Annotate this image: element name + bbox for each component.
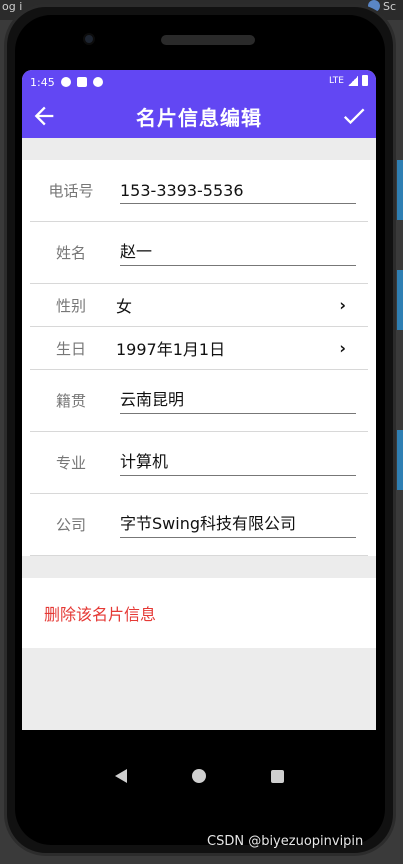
status-right: LTE — [329, 75, 368, 86]
spacer — [22, 138, 376, 160]
name-row: 姓名 赵一 — [30, 222, 368, 284]
sd-card-status-icon — [76, 77, 87, 87]
major-input[interactable]: 计算机 — [120, 450, 356, 476]
major-label: 专业 — [55, 454, 86, 472]
sync-status-icon — [92, 77, 103, 87]
app-screen: 1:45 LTE 名片信息编辑 电话号 153-3393-5536 姓名 赵一 — [22, 70, 376, 730]
battery-icon — [362, 75, 368, 86]
ide-side-marker — [397, 430, 403, 490]
settings-status-icon — [60, 77, 71, 87]
check-icon[interactable] — [340, 102, 368, 130]
watermark: CSDN @biyezuopinvipin — [207, 834, 364, 849]
hometown-input[interactable]: 云南昆明 — [120, 388, 356, 414]
birthday-row[interactable]: 生日 1997年1月1日 › — [30, 327, 368, 370]
nav-home-icon[interactable] — [191, 769, 206, 783]
network-type: LTE — [329, 75, 344, 86]
card-form: 电话号 153-3393-5536 姓名 赵一 性别 女 › 生日 1997年1… — [22, 160, 376, 556]
status-bar: 1:45 LTE — [22, 70, 376, 94]
name-label: 姓名 — [55, 244, 86, 262]
hometown-label: 籍贯 — [55, 392, 86, 410]
ide-side-marker — [397, 160, 403, 220]
name-input[interactable]: 赵一 — [120, 240, 356, 266]
signal-icon — [348, 75, 358, 86]
chevron-right-icon: › — [339, 338, 346, 358]
delete-card-label: 删除该名片信息 — [44, 605, 157, 624]
ide-tab-fragment-left[interactable]: og i — [2, 0, 22, 13]
company-row: 公司 字节Swing科技有限公司 — [30, 494, 368, 556]
phone-label: 电话号 — [48, 182, 94, 200]
hometown-row: 籍贯 云南昆明 — [30, 370, 368, 432]
system-nav-bar — [22, 730, 376, 822]
status-icons — [60, 77, 103, 87]
chevron-right-icon: › — [339, 295, 346, 315]
company-label: 公司 — [55, 516, 86, 534]
back-arrow-icon[interactable] — [30, 102, 58, 130]
camera-icon — [83, 33, 95, 45]
nav-back-icon[interactable] — [114, 769, 127, 783]
company-input[interactable]: 字节Swing科技有限公司 — [120, 512, 356, 538]
phone-row: 电话号 153-3393-5536 — [30, 160, 368, 222]
phone-input[interactable]: 153-3393-5536 — [120, 178, 356, 204]
gender-row[interactable]: 性别 女 › — [30, 284, 368, 327]
nav-recents-icon[interactable] — [270, 769, 284, 783]
status-time: 1:45 — [30, 75, 55, 89]
gender-label: 性别 — [55, 296, 86, 315]
delete-card-button[interactable]: 删除该名片信息 — [22, 578, 376, 648]
speaker-grill — [161, 35, 255, 45]
major-row: 专业 计算机 — [30, 432, 368, 494]
gender-value: 女 — [116, 297, 133, 316]
birthday-label: 生日 — [55, 339, 86, 358]
ide-tab-label: Sc — [383, 0, 397, 13]
page-title: 名片信息编辑 — [136, 105, 262, 130]
app-bar: 名片信息编辑 — [22, 94, 376, 138]
ide-side-marker — [397, 270, 403, 330]
birthday-value: 1997年1月1日 — [116, 340, 226, 359]
